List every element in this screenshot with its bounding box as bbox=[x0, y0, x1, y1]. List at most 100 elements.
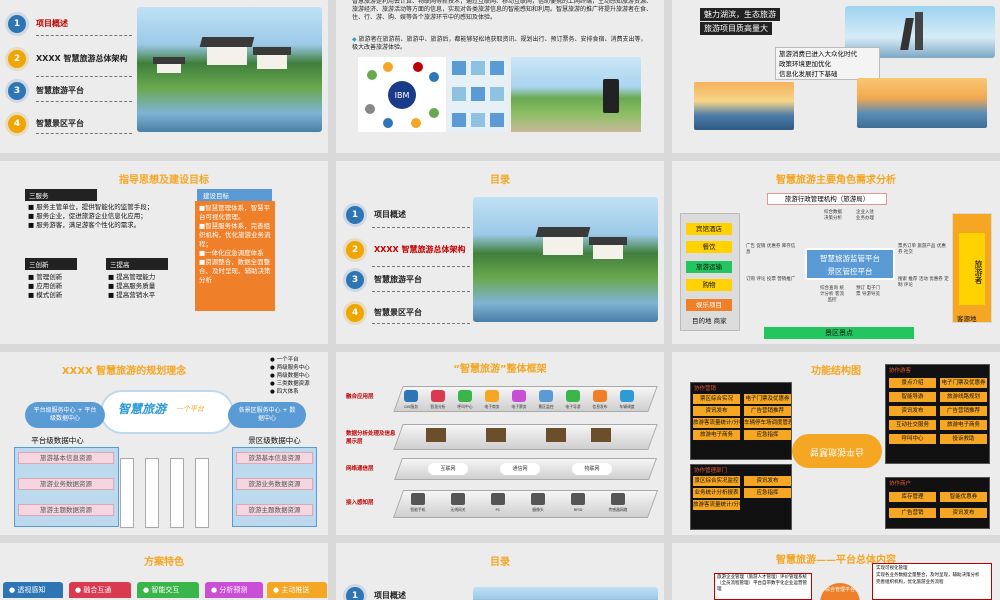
left-row: 旅游业务数据资源 bbox=[18, 478, 114, 490]
function-chip: 旅游电子商务 bbox=[693, 430, 740, 440]
toc-divider bbox=[36, 76, 132, 77]
device-icon bbox=[411, 493, 425, 505]
concept-bullet: ● 两级服务中心 bbox=[270, 365, 310, 371]
slide-title: “智慧旅游”整体框架 bbox=[453, 364, 547, 375]
lake-heading-1: 魅力湖滨，生态旅游 bbox=[700, 8, 780, 21]
slide-planning[interactable]: XXXX 智慧旅游的规划理念 ● 一个平台 ● 两级服务中心 ● 两级数据中心 … bbox=[0, 352, 328, 535]
slide-features[interactable]: 方案特色 ● 透视感知 ● 融合互通 ● 智能交互 ● 分析预测 ● 主动推送 bbox=[0, 543, 328, 600]
three-innov-label: 三创新 bbox=[25, 258, 77, 270]
device-icon bbox=[571, 493, 585, 505]
device-label: PC bbox=[495, 507, 501, 512]
village-photo bbox=[473, 587, 658, 600]
toc-label: 智慧旅游平台 bbox=[36, 86, 84, 95]
toc-label: 项目概述 bbox=[374, 591, 406, 600]
server-icon bbox=[486, 428, 506, 442]
slide-toc-2[interactable]: 目录 1 项目概述 2 XXXX 智慧旅游总体架构 3 智慧旅游平台 4 智慧景… bbox=[336, 161, 664, 344]
slide-framework[interactable]: “智慧旅游”整体框架 融合应用层 数据分析处理及信息展示层 网络通信层 接入感知… bbox=[336, 352, 664, 535]
function-chip: 资讯发布 bbox=[940, 508, 987, 518]
app-icon bbox=[566, 390, 580, 402]
app-icon bbox=[512, 390, 526, 402]
admin-box: 旅游行政管理机构（旅游局） bbox=[767, 193, 887, 205]
content-line: 实现可视化管理 bbox=[876, 566, 908, 571]
function-chip: 电子门票及优惠券 bbox=[940, 378, 987, 388]
function-chip: 广告营销推荐 bbox=[940, 406, 987, 416]
function-chip: 广告营销 bbox=[889, 508, 936, 518]
slide-title: 目录 bbox=[490, 557, 510, 568]
app-icon-label: 电子商务 bbox=[484, 404, 500, 409]
app-icon bbox=[620, 390, 634, 402]
improve-item: ■ 提高营销水平 bbox=[108, 291, 156, 299]
lake-heading-2: 旅游项目质高量大 bbox=[700, 22, 772, 35]
tourist-caption: 客源地 bbox=[957, 315, 977, 323]
function-chip: 电子门票及优惠券 bbox=[744, 394, 791, 404]
platform-center: 智慧旅游监管平台 景区管控平台 bbox=[805, 248, 895, 280]
innov-item: ■ 应用创新 bbox=[28, 282, 63, 290]
note-mid-left: 广告 促销 优惠券 库存信息 bbox=[746, 244, 796, 255]
slide-platform-content[interactable]: 智慧旅游——平台总体内容 旅游企业管理（旅游人才管理）评价管理系统（全员流程管理… bbox=[672, 543, 1000, 600]
function-chip: 资讯发布 bbox=[693, 406, 740, 416]
layer-label-data: 数据分析处理及信息展示层 bbox=[346, 431, 396, 445]
intro-paragraph-2-text: 旅游者在旅游前、旅游中、旅游后，都能够轻松地获取资讯、规划出行、预订票务、安排食… bbox=[352, 36, 647, 51]
function-chip: 呼叫中心 bbox=[889, 434, 936, 444]
slide-roles[interactable]: 智慧旅游主要角色需求分析 旅游行政管理机构（旅游局） 宾馆酒店 餐饮 旅游运输 … bbox=[672, 161, 1000, 344]
feature-tab: ● 智能交互 bbox=[137, 582, 199, 598]
app-icon bbox=[404, 390, 418, 402]
toc-item-3: 3 智慧旅游平台 bbox=[346, 271, 422, 289]
app-icon bbox=[431, 390, 445, 402]
cloud-shape: 智慧旅游 一个平台 bbox=[102, 392, 232, 432]
note-bot-left: 综合查询 统计分析 客流监控 bbox=[820, 286, 844, 303]
intro-paragraph-2: ◆ 旅游者在旅游前、旅游中、旅游后，都能够轻松地获取资讯、规划出行、预订票务、安… bbox=[352, 36, 652, 52]
feature-tab: ● 透视感知 bbox=[3, 582, 63, 598]
slide-intro[interactable]: 智慧旅游是利用云计算、物联网等新技术，通过互联网、移动互联网，借助便携的上网终端… bbox=[336, 0, 664, 153]
toc-number: 1 bbox=[346, 587, 364, 600]
layer-label-network: 网络通信层 bbox=[346, 466, 374, 472]
app-icon bbox=[458, 390, 472, 402]
village-photo bbox=[473, 197, 658, 322]
function-chip: 车辆停车场调度管理 bbox=[744, 418, 791, 428]
left-center-oval: 平台级服务中心 + 平台级数据中心 bbox=[25, 402, 105, 428]
left-center-head: 平台级数据中心 bbox=[31, 436, 84, 445]
slide-functions[interactable]: 功能结构图 智慧旅游平台 协作营销 协作管理部门 协作游客 协作商户 票区综合实… bbox=[672, 352, 1000, 535]
road-photo bbox=[511, 57, 641, 132]
app-grid-image bbox=[448, 57, 508, 132]
function-chip: 应急指挥 bbox=[744, 488, 791, 498]
function-chip: 投诉救助 bbox=[940, 434, 987, 444]
platform-core: 智慧旅游平台 bbox=[792, 434, 882, 468]
slide-guiding[interactable]: 指导思想及建设目标 三服务 ■ 服务主管单位，提供智能化的监管手段； ■ 服务企… bbox=[0, 161, 328, 344]
block-head: 协作商户 bbox=[889, 481, 912, 487]
function-chip: 智能导游 bbox=[889, 392, 936, 402]
toc-divider bbox=[372, 227, 470, 228]
arrow-column bbox=[170, 458, 184, 528]
concept-bullet: ● 三类数据资源 bbox=[270, 381, 310, 387]
function-chip: 应急指挥 bbox=[744, 430, 791, 440]
app-icon bbox=[593, 390, 607, 402]
toc-number: 2 bbox=[8, 50, 26, 68]
slide-lake[interactable]: 魅力湖滨，生态旅游 旅游项目质高量大 旅游消费已进入大众化时代 政策环境更加优化… bbox=[672, 0, 1000, 153]
improve-item: ■ 提高服务质量 bbox=[108, 282, 156, 290]
village-photo bbox=[137, 7, 322, 132]
right-center-oval: 各景区服务中心 + 数据中心 bbox=[228, 402, 306, 428]
toc-divider bbox=[36, 35, 132, 36]
block-head: 协作游客 bbox=[889, 368, 912, 374]
role-entertainment: 娱乐项目 bbox=[686, 299, 732, 311]
slide-toc-1[interactable]: 1 项目概述 2 XXXX 智慧旅游总体架构 3 智慧旅游平台 4 智慧景区平台 bbox=[0, 0, 328, 153]
logo-sub: 一个平台 bbox=[176, 405, 204, 413]
toc-divider bbox=[372, 266, 470, 267]
app-icon-label: 景区监控 bbox=[538, 404, 554, 409]
three-services-label: 三服务 bbox=[25, 189, 97, 201]
goal-item: ■智慧管理体系，智慧平台可视化管理。 bbox=[199, 204, 271, 221]
toc-item-1: 1 项目概述 bbox=[346, 587, 406, 600]
note-low-left: 订购 评论 投票 营销推广 bbox=[746, 277, 796, 282]
toc-label: 项目概述 bbox=[36, 19, 68, 28]
role-shopping: 购物 bbox=[686, 279, 732, 291]
toc-divider bbox=[372, 291, 470, 292]
device-label: 摄像头 bbox=[532, 507, 544, 512]
device-label: 智能手机 bbox=[410, 507, 426, 512]
slide-title: 指导思想及建设目标 bbox=[119, 175, 209, 186]
caption-line: 旅游消费已进入大众化时代 bbox=[779, 50, 857, 58]
function-chip: 智能优惠券 bbox=[940, 492, 987, 502]
net-internet: 互联网 bbox=[428, 463, 468, 475]
role-hotel: 宾馆酒店 bbox=[686, 223, 732, 235]
net-telecom: 通信网 bbox=[500, 463, 540, 475]
slide-toc-3[interactable]: 目录 1 项目概述 bbox=[336, 543, 664, 600]
